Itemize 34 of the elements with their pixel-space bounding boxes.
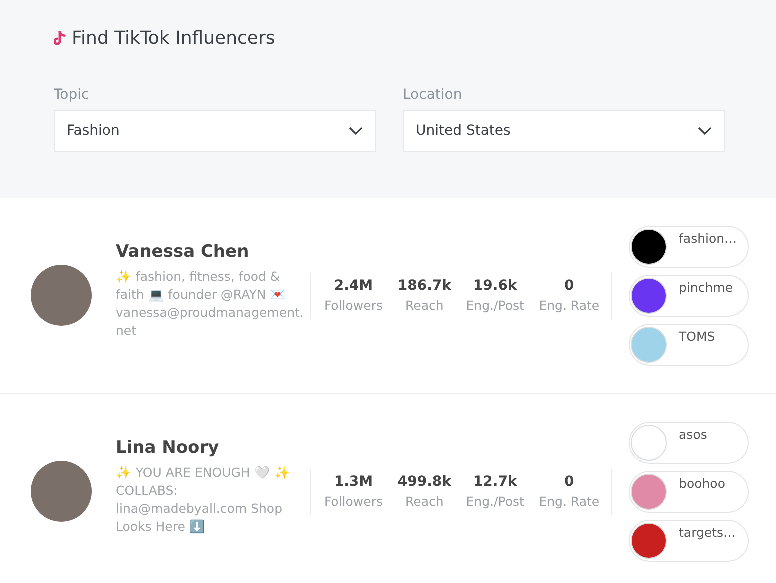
stat-value: 19.6k: [473, 278, 518, 294]
stat-label: Eng. Rate: [539, 298, 600, 313]
influencer-name[interactable]: Lina Noory: [116, 438, 308, 458]
chevron-down-icon: [349, 127, 363, 135]
stat-value: 186.7k: [398, 278, 452, 294]
stat-value: 1.3M: [334, 474, 374, 490]
stat-value: 0: [564, 278, 574, 294]
influencer-name[interactable]: Vanessa Chen: [116, 242, 308, 262]
stat-value: 2.4M: [334, 278, 374, 294]
tiktok-note-icon: [54, 30, 66, 46]
stat-label: Followers: [324, 494, 383, 509]
brand-chip[interactable]: targets…: [629, 520, 750, 562]
chevron-down-icon: [698, 127, 712, 135]
influencer-bio: ✨ fashion, fitness, food & faith 💻 founder @RAYN 💌 vanessa@proudmanagement.net: [116, 268, 305, 340]
brand-chip[interactable]: fashion…: [629, 226, 750, 268]
filter-dropdown[interactable]: United States: [403, 110, 725, 152]
stat-label: Reach: [406, 298, 444, 313]
stat-label: Eng. Rate: [539, 494, 600, 509]
brand-chip[interactable]: boohoo: [629, 470, 750, 512]
brand-chip[interactable]: asos: [629, 422, 750, 464]
brand-chip[interactable]: TOMS: [629, 324, 750, 366]
stat-label: Eng./Post: [466, 298, 524, 313]
filter-label: Location: [403, 87, 464, 103]
stat-value: 499.8k: [398, 474, 452, 490]
filter-label: Topic: [54, 87, 90, 103]
stat-value: 12.7k: [473, 474, 518, 490]
filter-dropdown[interactable]: Fashion: [54, 110, 376, 152]
page-title: Find TikTok Influencers: [72, 28, 276, 49]
stat-label: Reach: [406, 494, 444, 509]
stat-value: 0: [564, 474, 574, 490]
stat-label: Eng./Post: [466, 494, 524, 509]
stat-label: Followers: [324, 298, 383, 313]
influencer-bio: ✨ YOU ARE ENOUGH 🤍 ✨ COLLABS: lina@madebyall.com Shop Looks Here ⬇: [116, 464, 292, 536]
brand-chip[interactable]: pinchme: [629, 274, 750, 316]
